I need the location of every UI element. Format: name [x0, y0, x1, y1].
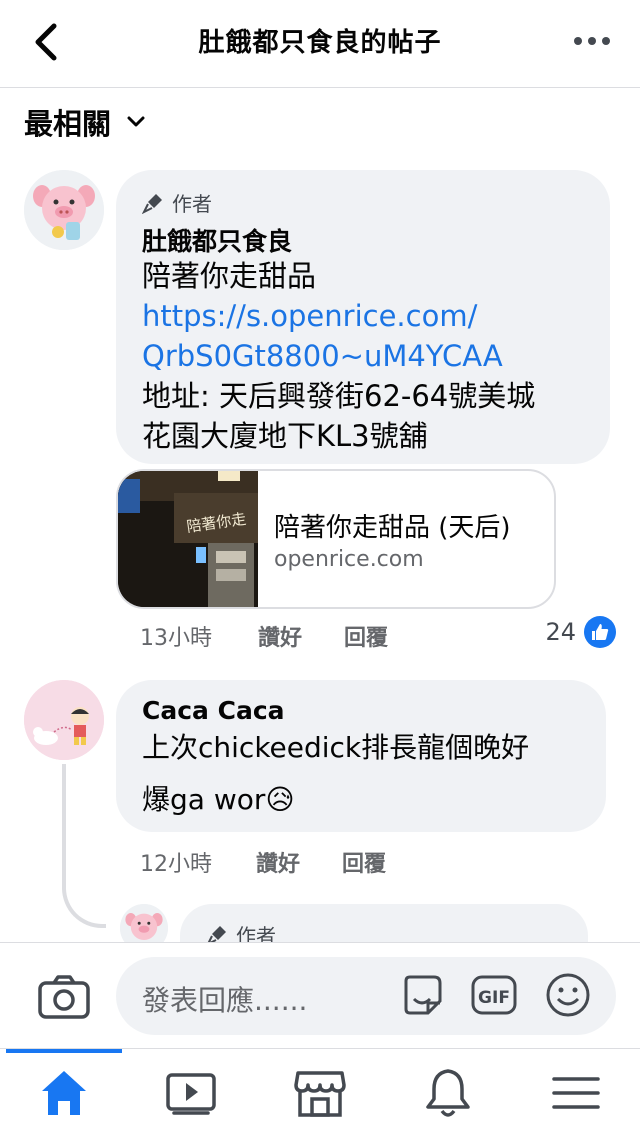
microphone-icon — [142, 193, 162, 214]
more-options-button[interactable] — [572, 28, 612, 54]
camera-button[interactable] — [36, 973, 92, 1021]
gif-label: GIF — [478, 988, 510, 1008]
comment-input[interactable]: 發表回應...... GIF — [116, 957, 616, 1035]
comment-text: 地址: 天后興發街62-64號美城 — [142, 379, 536, 413]
emoji-icon[interactable] — [544, 971, 592, 1019]
active-tab-indicator — [6, 1049, 122, 1053]
comment-input-placeholder: 發表回應...... — [142, 984, 308, 1017]
comment-bubble[interactable]: 作者 肚餓都只食良 陪著你走甜品 https://s.openrice.com/… — [116, 170, 610, 464]
video-icon[interactable] — [164, 1065, 220, 1121]
link-preview-card[interactable]: 陪著你走 陪著你走甜品 (天后) openrice.com — [116, 469, 556, 609]
bottom-tab-bar — [0, 1048, 640, 1136]
bell-icon[interactable] — [420, 1065, 476, 1121]
menu-icon[interactable] — [548, 1065, 604, 1121]
commenter-name[interactable]: Caca Caca — [142, 696, 285, 725]
link-preview-image: 陪著你走 — [118, 471, 258, 607]
reply-button[interactable]: 回覆 — [344, 620, 388, 652]
reply-thread-line — [62, 764, 106, 928]
author-badge-label: 作者 — [172, 192, 212, 216]
link-preview-title: 陪著你走甜品 (天后) — [274, 513, 511, 543]
comment-link[interactable]: QrbS0Gt8800~uM4YCAA — [142, 336, 503, 376]
comment-text: 上次chickeedick排長龍個晚好 — [142, 731, 530, 764]
marketplace-icon[interactable] — [292, 1065, 348, 1121]
chevron-down-icon — [127, 116, 145, 127]
thumbs-up-icon — [584, 616, 616, 648]
avatar[interactable] — [24, 170, 104, 250]
commenter-name[interactable]: 肚餓都只食良 — [142, 222, 292, 258]
page-title: 肚餓都只食良的帖子 — [198, 28, 442, 58]
author-badge: 作者 — [142, 188, 212, 217]
like-button[interactable]: 讚好 — [258, 620, 302, 652]
sticker-icon[interactable] — [398, 971, 446, 1019]
reply-button[interactable]: 回覆 — [342, 846, 386, 878]
avatar[interactable] — [24, 680, 104, 760]
home-icon[interactable] — [36, 1065, 92, 1121]
comment-link[interactable]: https://s.openrice.com/ — [142, 296, 477, 336]
like-button[interactable]: 讚好 — [256, 846, 300, 878]
camera-icon — [38, 975, 90, 1019]
comment-time: 13小時 — [140, 626, 212, 651]
top-bar: 肚餓都只食良的帖子 — [0, 0, 640, 88]
reaction-count[interactable]: 24 — [545, 616, 616, 648]
link-preview-domain: openrice.com — [274, 547, 424, 572]
pig-avatar-icon — [24, 170, 104, 250]
reaction-number: 24 — [545, 618, 576, 646]
sort-dropdown[interactable]: 最相關 — [24, 100, 147, 144]
comment-bubble[interactable]: Caca Caca 上次chickeedick排長龍個晚好 爆ga wor😥 — [116, 680, 606, 832]
comment-text: 花園大廈地下KL3號舖 — [142, 419, 428, 453]
comment-text: 爆ga wor😥 — [142, 783, 295, 816]
gif-icon[interactable]: GIF — [470, 971, 518, 1019]
sort-label: 最相關 — [24, 107, 112, 141]
comment-text: 陪著你走甜品 — [142, 259, 317, 293]
comment-time: 12小時 — [140, 852, 212, 877]
cartoon-avatar-icon — [24, 680, 104, 760]
ellipsis-icon — [574, 37, 610, 45]
comment-composer: 發表回應...... GIF — [0, 942, 640, 1048]
